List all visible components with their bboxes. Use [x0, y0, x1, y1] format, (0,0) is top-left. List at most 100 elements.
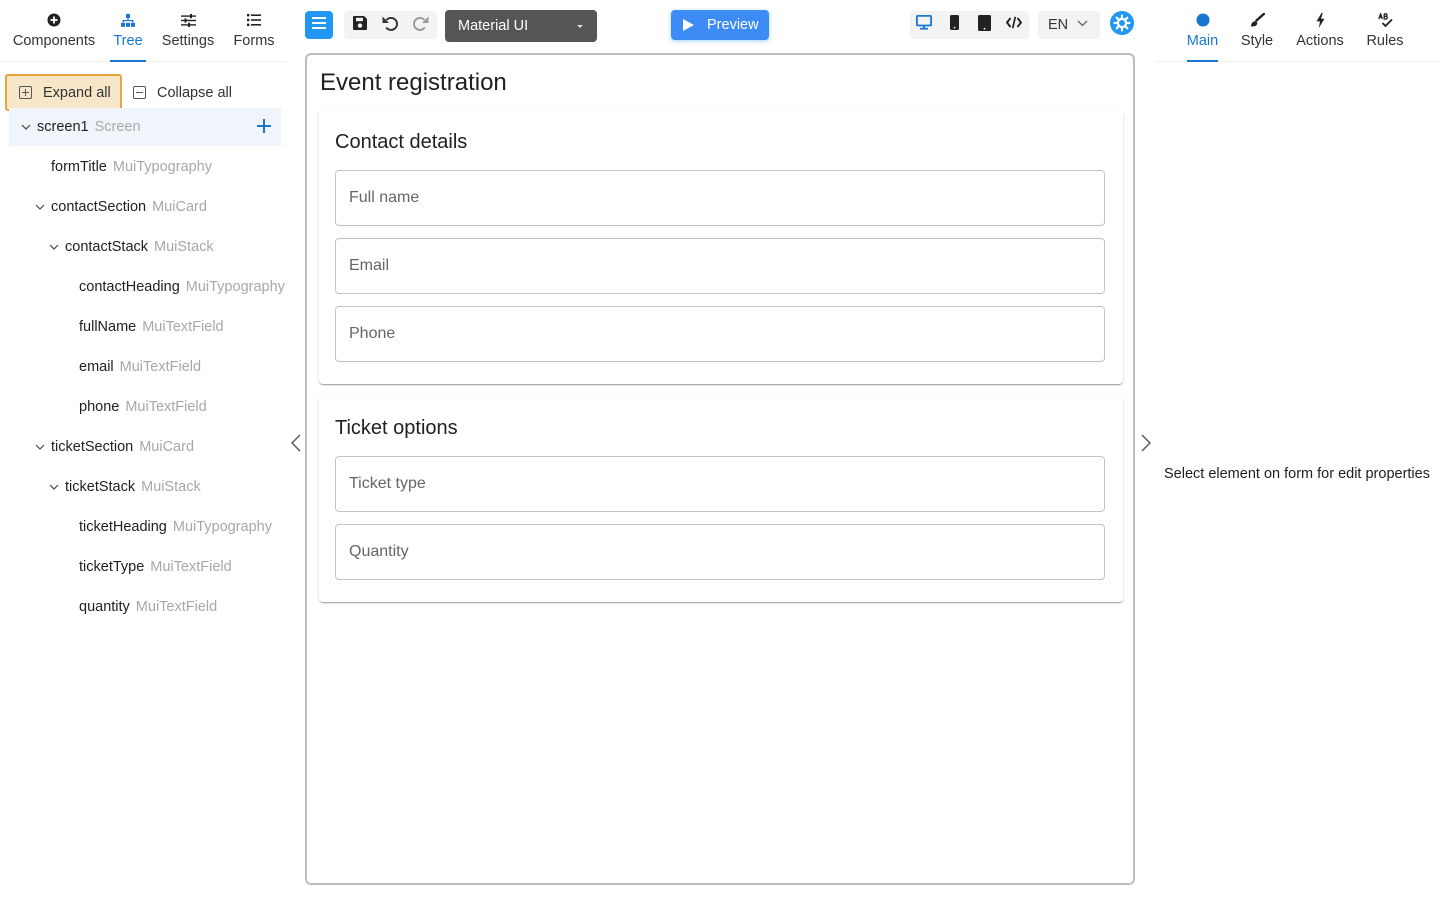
- left-tab-bar: Components Tree Settings Forms: [0, 0, 286, 62]
- desktop-view-button[interactable]: [912, 13, 936, 37]
- hamburger-icon: [312, 16, 326, 34]
- redo-button[interactable]: [408, 13, 432, 37]
- tree-item-ticketType[interactable]: ticketType MuiTextField: [9, 548, 281, 586]
- tree-node-name: ticketType: [79, 559, 145, 575]
- collapse-all-label: Collapse all: [157, 84, 232, 101]
- chevron-down-icon[interactable]: [35, 442, 45, 452]
- tab-forms-label: Forms: [233, 33, 275, 49]
- tab-settings-label: Settings: [161, 33, 215, 49]
- tab-rules-label: Rules: [1366, 33, 1404, 49]
- mobile-view-button[interactable]: [942, 13, 966, 37]
- ticket-section-card[interactable]: Ticket options Ticket type Quantity: [319, 396, 1123, 602]
- add-component-icon[interactable]: [256, 118, 272, 134]
- contact-section-card[interactable]: Contact details Full name Email Phone: [319, 110, 1123, 384]
- tablet-view-button[interactable]: [972, 13, 996, 37]
- tree-node-name: quantity: [79, 599, 130, 615]
- tree-item-contactHeading[interactable]: contactHeading MuiTypography: [9, 268, 285, 306]
- file-actions-group: [344, 11, 437, 39]
- tab-style-label: Style: [1240, 33, 1274, 49]
- tab-main-label: Main: [1186, 33, 1219, 49]
- tree-item-ticketSection[interactable]: ticketSection MuiCard: [9, 428, 281, 466]
- tree-node-type: MuiCard: [152, 199, 207, 215]
- dot-icon: [1196, 12, 1210, 28]
- language-value: EN: [1048, 17, 1069, 33]
- chevron-down-icon[interactable]: [21, 122, 31, 132]
- ticket-type-field[interactable]: Ticket type: [335, 456, 1105, 512]
- tab-forms[interactable]: Forms: [230, 0, 278, 62]
- tree-item-phone[interactable]: phone MuiTextField: [9, 388, 281, 426]
- tab-main[interactable]: Main: [1187, 0, 1218, 62]
- tab-style[interactable]: Style: [1238, 0, 1276, 62]
- tab-settings[interactable]: Settings: [158, 0, 218, 62]
- chevron-down-icon[interactable]: [35, 202, 45, 212]
- collapse-right-panel-arrow[interactable]: [1140, 434, 1154, 452]
- code-icon: [1005, 16, 1023, 34]
- chevron-down-icon[interactable]: [49, 242, 59, 252]
- email-field[interactable]: Email: [335, 238, 1105, 294]
- sliders-icon: [180, 12, 196, 28]
- form-title[interactable]: Event registration: [320, 69, 507, 97]
- email-label: Email: [349, 257, 390, 274]
- undo-button[interactable]: [378, 13, 402, 37]
- tab-components[interactable]: Components: [6, 0, 102, 62]
- bolt-icon: [1316, 12, 1325, 28]
- tab-tree[interactable]: Tree: [110, 0, 146, 62]
- tree-node-name: ticketStack: [65, 479, 136, 495]
- tree-icon: [121, 12, 135, 28]
- language-select[interactable]: EN: [1038, 11, 1100, 39]
- chevron-down-icon[interactable]: [49, 482, 59, 492]
- preview-button[interactable]: Preview: [671, 10, 769, 40]
- save-button[interactable]: [348, 13, 372, 37]
- tree-item-screen1[interactable]: screen1 Screen: [9, 108, 281, 146]
- left-panel: Components Tree Settings Forms Expand al…: [0, 0, 286, 900]
- chevron-down-icon: [1077, 20, 1088, 27]
- tab-tree-label: Tree: [113, 33, 143, 49]
- tree-node-name: ticketHeading: [79, 519, 167, 535]
- expand-all-button[interactable]: Expand all: [5, 74, 122, 111]
- tab-actions-label: Actions: [1296, 33, 1344, 49]
- tree-item-ticketStack[interactable]: ticketStack MuiStack: [9, 468, 281, 506]
- code-view-button[interactable]: [1002, 13, 1026, 37]
- tree-node-type: MuiTextField: [119, 359, 202, 375]
- rules-icon: [1377, 12, 1393, 28]
- tablet-icon: [977, 14, 991, 36]
- full-name-field[interactable]: Full name: [335, 170, 1105, 226]
- chevron-left-icon: [291, 434, 301, 452]
- phone-field[interactable]: Phone: [335, 306, 1105, 362]
- tree-item-contactStack[interactable]: contactStack MuiStack: [9, 228, 281, 266]
- tree-item-fullName[interactable]: fullName MuiTextField: [9, 308, 281, 346]
- collapse-left-panel-arrow[interactable]: [290, 434, 304, 452]
- contact-heading[interactable]: Contact details: [335, 131, 467, 154]
- theme-settings-button[interactable]: [1110, 10, 1134, 40]
- collapse-all-button[interactable]: Collapse all: [133, 74, 232, 111]
- tree-node-name: email: [79, 359, 114, 375]
- tab-rules[interactable]: Rules: [1365, 0, 1405, 62]
- tree-node-name: phone: [79, 399, 120, 415]
- tree-node-name: screen1: [37, 119, 89, 135]
- brush-icon: [1250, 12, 1265, 28]
- ticket-heading[interactable]: Ticket options: [335, 417, 458, 440]
- tree-item-ticketHeading[interactable]: ticketHeading MuiTypography: [9, 508, 281, 546]
- gear-icon: [1110, 10, 1134, 40]
- quantity-field[interactable]: Quantity: [335, 524, 1105, 580]
- tree-item-contactSection[interactable]: contactSection MuiCard: [9, 188, 281, 226]
- tab-actions[interactable]: Actions: [1295, 0, 1345, 62]
- tree-node-name: fullName: [79, 319, 137, 335]
- caret-down-icon: [577, 25, 583, 28]
- minus-square-icon: [133, 86, 146, 99]
- menu-button[interactable]: [305, 11, 333, 39]
- ui-library-value: Material UI: [458, 18, 529, 34]
- save-icon: [353, 15, 367, 35]
- tree-node-name: contactStack: [65, 239, 149, 255]
- tab-components-label: Components: [12, 33, 96, 49]
- tree-item-quantity[interactable]: quantity MuiTextField: [9, 588, 281, 626]
- desktop-icon: [915, 14, 932, 35]
- play-icon: [683, 19, 694, 31]
- tree-item-email[interactable]: email MuiTextField: [9, 348, 281, 386]
- tree-item-formTitle[interactable]: formTitle MuiTypography: [9, 148, 281, 186]
- tree-node-name: formTitle: [51, 159, 107, 175]
- toolbar: Material UI Preview EN: [286, 0, 1156, 52]
- phone-label: Phone: [349, 325, 396, 342]
- ui-library-select[interactable]: Material UI: [445, 10, 597, 42]
- device-switcher: [910, 11, 1029, 39]
